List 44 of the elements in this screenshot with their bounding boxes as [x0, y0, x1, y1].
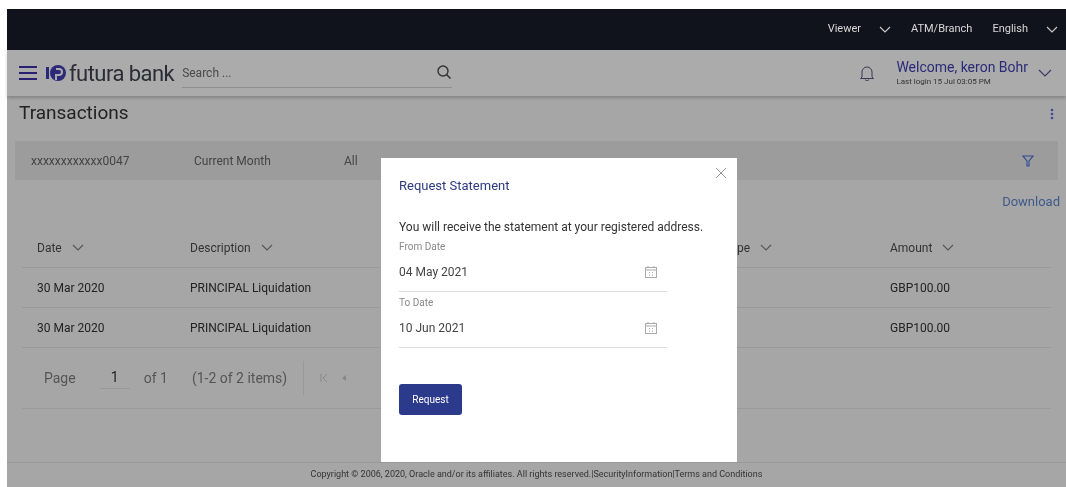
table-cell: GBP100.00: [890, 280, 951, 295]
column-header[interactable]: Description: [190, 238, 251, 257]
copyright-text: Copyright © 2006, 2020, Oracle and/or its affiliates. All rights reserved.|SecurityInformation|Terms and Conditions: [310, 468, 763, 482]
menu-icon[interactable]: [19, 66, 37, 80]
logo-icon: [45, 62, 67, 84]
field-label: From Date: [399, 239, 447, 254]
type-filter[interactable]: All: [344, 151, 358, 170]
close-icon[interactable]: [716, 168, 726, 178]
page-count: of 1: [143, 368, 168, 388]
search-field[interactable]: Search ...: [182, 58, 453, 88]
logo-text: futura bank: [69, 59, 175, 88]
last-login-text: Last login 15 Jul 03:05 PM: [896, 76, 992, 87]
items-count: (1-2 of 2 items): [191, 368, 288, 388]
page-title: Transactions: [19, 100, 129, 127]
more-options-icon[interactable]: [1050, 107, 1054, 120]
table-cell: 30 Mar 2020: [37, 320, 105, 335]
table-cell: PRINCIPAL Liquidation: [190, 280, 312, 295]
page-number-field[interactable]: 1: [99, 367, 130, 389]
top-bar-link[interactable]: Viewer: [827, 21, 861, 38]
filter-icon[interactable]: [1022, 154, 1034, 167]
page-label: Page: [44, 368, 76, 388]
date-field[interactable]: 10 Jun 2021: [399, 309, 667, 348]
chevron-down-icon[interactable]: [1038, 69, 1052, 77]
dialog-title: Request Statement: [399, 177, 511, 195]
request-button[interactable]: Request: [399, 383, 462, 415]
calendar-icon[interactable]: [645, 266, 657, 278]
top-bar-link[interactable]: ATM/Branch: [910, 21, 973, 38]
dialog-message: You will receive the statement at your registered address.: [399, 218, 705, 236]
account-number[interactable]: xxxxxxxxxxxx0047: [31, 151, 194, 170]
column-header[interactable]: Amount: [890, 238, 933, 257]
calendar-icon[interactable]: [645, 322, 657, 334]
table-cell: GBP100.00: [890, 320, 951, 335]
column-header[interactable]: Date: [37, 238, 62, 257]
table-cell: 30 Mar 2020: [37, 280, 105, 295]
download-link[interactable]: Download: [1002, 192, 1060, 218]
date-field[interactable]: 04 May 2021: [399, 253, 667, 292]
field-label: To Date: [399, 295, 435, 310]
search-icon[interactable]: [437, 65, 453, 80]
column-header[interactable]: pe: [737, 238, 751, 257]
period-filter[interactable]: Current Month: [194, 151, 344, 170]
bell-icon[interactable]: [860, 65, 875, 81]
top-bar-link[interactable]: English: [992, 21, 1028, 38]
welcome-text[interactable]: Welcome, keron Bohr: [896, 59, 1028, 77]
table-cell: PRINCIPAL Liquidation: [190, 320, 312, 335]
